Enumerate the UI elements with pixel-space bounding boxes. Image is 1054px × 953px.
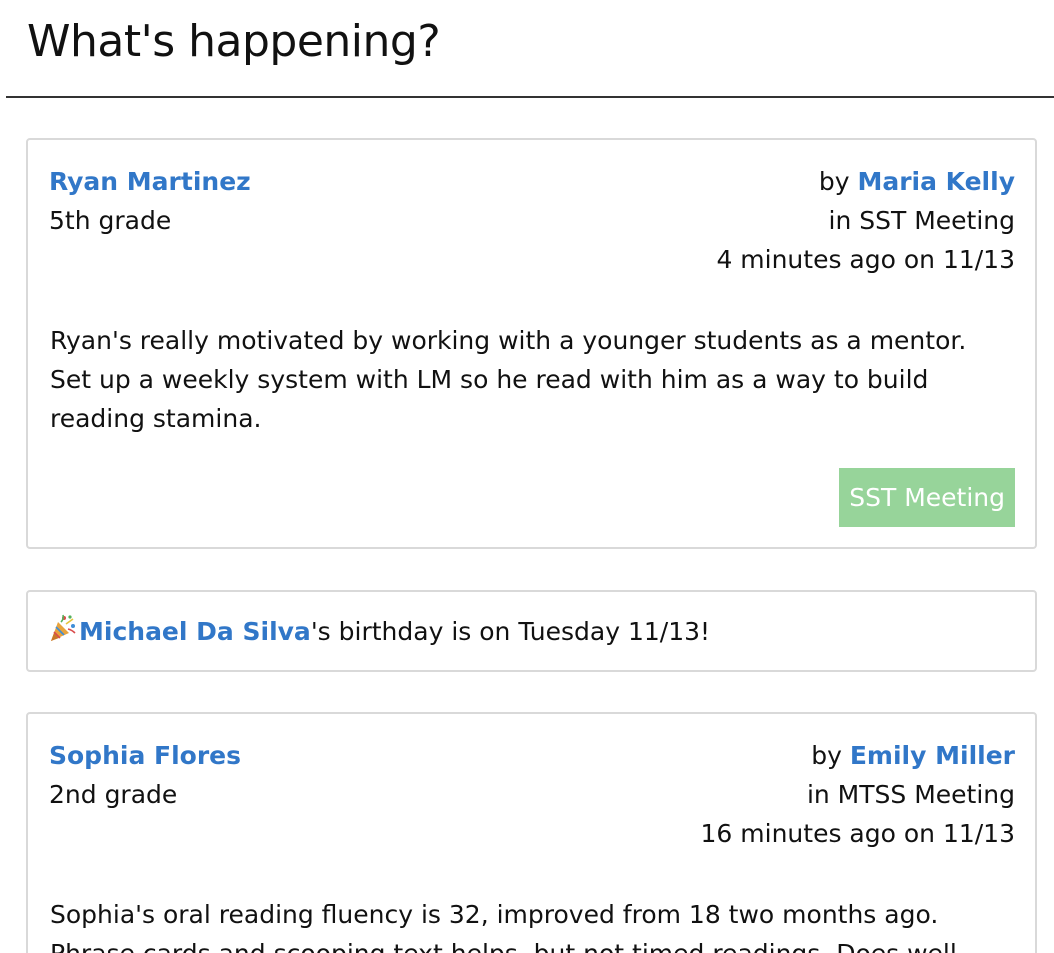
page-title: What's happening? <box>27 16 441 67</box>
note-timestamp: 16 minutes ago on 11/13 <box>700 819 1015 848</box>
by-prefix: by <box>818 167 858 196</box>
student-name-link[interactable]: Ryan Martinez <box>49 167 251 196</box>
author-link[interactable]: Maria Kelly <box>857 167 1015 196</box>
birthday-card: Michael Da Silva's birthday is on Tuesda… <box>26 590 1037 672</box>
birthday-line: Michael Da Silva's birthday is on Tuesda… <box>48 612 710 651</box>
student-grade: 2nd grade <box>49 780 178 809</box>
note-meta: by Emily Miller in MTSS Meeting 16 minut… <box>701 736 1015 853</box>
by-prefix: by <box>811 741 850 770</box>
student-name-link[interactable]: Michael Da Silva <box>79 617 311 646</box>
note-context: in SST Meeting <box>828 206 1016 235</box>
meeting-type-badge[interactable]: SST Meeting <box>839 468 1015 527</box>
student-info: Ryan Martinez 5th grade <box>49 162 251 240</box>
student-info: Sophia Flores 2nd grade <box>49 736 241 814</box>
birthday-text: 's birthday is on Tuesday 11/13! <box>310 617 711 646</box>
note-text: Ryan's really motivated by working with … <box>50 326 967 433</box>
student-name-link[interactable]: Sophia Flores <box>49 741 241 770</box>
note-text: Sophia's oral reading fluency is 32, imp… <box>50 900 957 953</box>
note-context: in MTSS Meeting <box>806 780 1015 809</box>
party-popper-icon <box>48 613 78 643</box>
note-meta: by Maria Kelly in SST Meeting 4 minutes … <box>716 162 1015 279</box>
student-grade: 5th grade <box>49 206 172 235</box>
note-timestamp: 4 minutes ago on 11/13 <box>716 245 1015 274</box>
author-link[interactable]: Emily Miller <box>850 741 1015 770</box>
feed-page: What's happening? Ryan Martinez 5th grad… <box>0 0 1054 953</box>
event-note-card: Sophia Flores 2nd grade by Emily Miller … <box>26 712 1037 953</box>
event-note-card: Ryan Martinez 5th grade by Maria Kelly i… <box>26 138 1037 549</box>
title-divider <box>6 96 1054 98</box>
